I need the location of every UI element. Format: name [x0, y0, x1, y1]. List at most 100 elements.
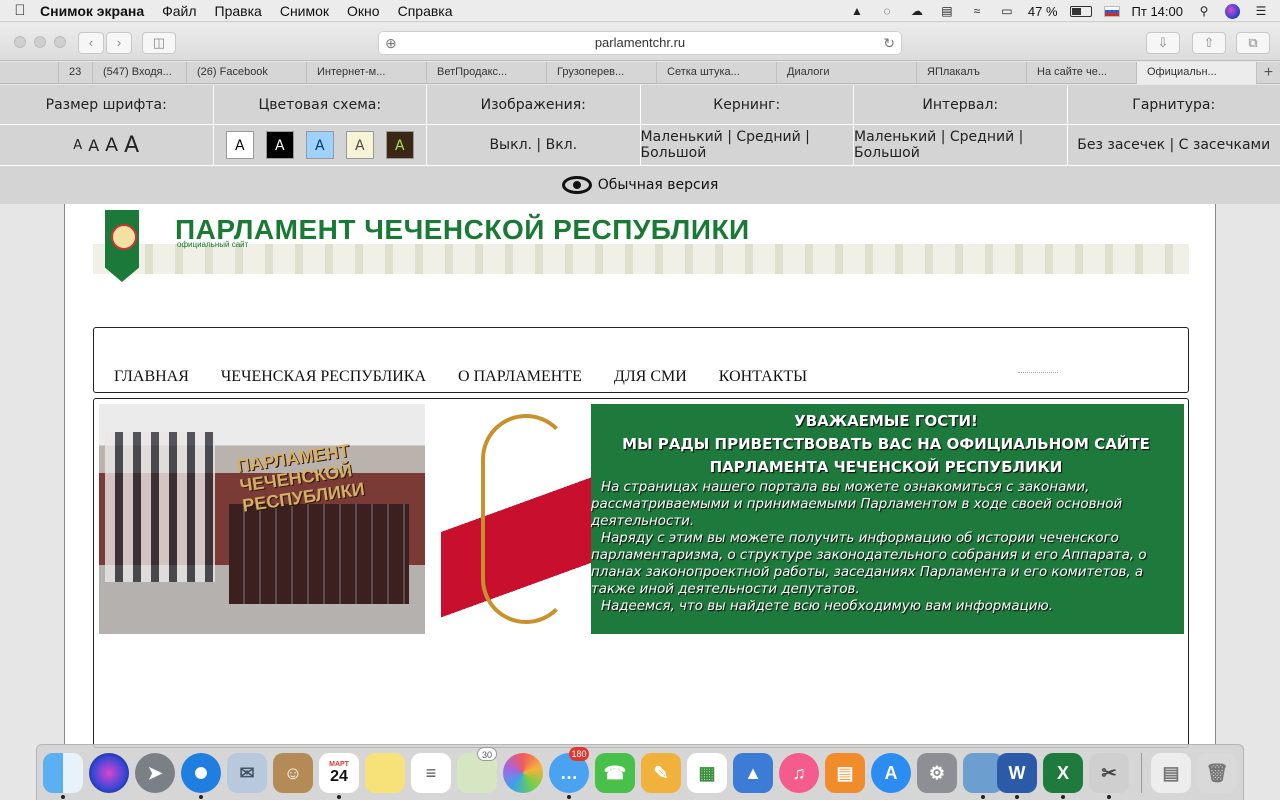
app-store-icon[interactable]: A: [871, 753, 911, 793]
download-icon: ⇩: [1157, 35, 1169, 50]
facetime-icon[interactable]: ☎: [595, 753, 635, 793]
typeface-options[interactable]: Без засечек | С засечками: [1068, 125, 1280, 165]
google-drive-icon[interactable]: ▲: [848, 4, 866, 18]
zoom-window-button[interactable]: [54, 36, 66, 48]
tab[interactable]: На сайте че...: [1026, 62, 1136, 84]
keynote-icon[interactable]: ▲: [733, 753, 773, 793]
images-toggle[interactable]: Выкл. | Вкл.: [427, 125, 640, 165]
messages-badge: 180: [569, 747, 589, 761]
sync-icon[interactable]: ◌: [878, 4, 896, 18]
trash-icon[interactable]: 🗑: [1197, 753, 1237, 793]
browser-toolbar: ‹ › ◫ ⊕ parlamentchr.ru ↻ ⇩ ⇧ ⧉: [0, 23, 1280, 61]
reminders-icon[interactable]: ≡: [411, 753, 451, 793]
address-bar[interactable]: ⊕ parlamentchr.ru ↻: [378, 31, 902, 55]
clock[interactable]: Пт 14:00: [1132, 4, 1183, 19]
scheme-brown-button[interactable]: A: [385, 131, 414, 159]
menu-window[interactable]: Окно: [347, 3, 380, 19]
battery-percent: 47 %: [1027, 3, 1058, 19]
font-size-large-button[interactable]: A: [105, 134, 118, 156]
reload-icon[interactable]: ↻: [883, 32, 895, 54]
cloud-icon[interactable]: ☁: [908, 4, 926, 18]
screenshot-icon[interactable]: ✂: [1089, 753, 1129, 793]
tab[interactable]: (547) Входя...: [92, 62, 180, 84]
excel-icon[interactable]: X: [1043, 753, 1083, 793]
nav-about-parliament[interactable]: О ПАРЛАМЕНТЕ: [458, 368, 582, 386]
tab[interactable]: Интернет-м...: [306, 62, 426, 84]
apple-menu-icon[interactable]: : [0, 2, 40, 19]
tab[interactable]: ВетПродакс...: [426, 62, 546, 84]
system-preferences-icon[interactable]: ⚙: [917, 753, 957, 793]
spacing-options[interactable]: Маленький | Средний | Большой: [854, 125, 1067, 165]
tab-overview-button[interactable]: ⧉: [1236, 32, 1270, 54]
tab[interactable]: (26) Facebook: [186, 62, 306, 84]
finder-icon[interactable]: [43, 753, 83, 793]
tab[interactable]: Сетка штука...: [656, 62, 776, 84]
battery-icon[interactable]: [1069, 5, 1092, 17]
tab[interactable]: ЯПлакалъ: [916, 62, 1026, 84]
share-button[interactable]: ⇧: [1192, 32, 1226, 54]
tab[interactable]: 23: [58, 62, 92, 84]
airplay-icon[interactable]: ▭: [998, 4, 1016, 18]
typeface-group: Гарнитура: Без засечек | С засечками: [1067, 85, 1280, 165]
tab[interactable]: Диалоги: [776, 62, 916, 84]
nav-chechen-republic[interactable]: ЧЕЧЕНСКАЯ РЕСПУБЛИКА: [221, 368, 426, 386]
font-size-xlarge-button[interactable]: A: [124, 133, 139, 158]
notification-center-icon[interactable]: ☰: [1252, 4, 1270, 18]
mail-icon[interactable]: ✉: [227, 753, 267, 793]
safari-icon[interactable]: [181, 753, 221, 793]
menu-help[interactable]: Справка: [398, 3, 453, 19]
forward-button[interactable]: ›: [106, 32, 132, 54]
normal-version-link[interactable]: Обычная версия: [0, 165, 1280, 204]
sidebar-button[interactable]: ◫: [142, 32, 176, 54]
coat-of-arms-logo[interactable]: [105, 210, 139, 282]
nav-home[interactable]: ГЛАВНАЯ: [114, 368, 189, 386]
building-windows: [105, 432, 215, 582]
calendar-icon[interactable]: МАРТ 24: [319, 753, 359, 793]
contacts-icon[interactable]: ☺: [273, 753, 313, 793]
normal-version-label: Обычная версия: [597, 177, 719, 193]
banner-paragraph-2: Наряду с этим вы можете получить информа…: [591, 531, 1147, 597]
minimize-window-button[interactable]: [34, 36, 46, 48]
siri-dock-icon[interactable]: [89, 753, 129, 793]
share-icon: ⇧: [1203, 35, 1215, 50]
close-window-button[interactable]: [14, 36, 26, 48]
spotlight-search-icon[interactable]: ⚲: [1195, 4, 1213, 18]
notes-icon[interactable]: [365, 753, 405, 793]
downloads-button[interactable]: ⇩: [1146, 32, 1180, 54]
itunes-icon[interactable]: ♫: [779, 753, 819, 793]
scheme-beige-button[interactable]: A: [345, 131, 374, 159]
siri-icon[interactable]: [1225, 3, 1240, 19]
tab[interactable]: Грузоперев...: [546, 62, 656, 84]
site-title[interactable]: ПАРЛАМЕНТ ЧЕЧЕНСКОЙ РЕСПУБЛИКИ: [175, 214, 750, 246]
nav-for-media[interactable]: ДЛЯ СМИ: [614, 368, 687, 386]
kerning-options[interactable]: Маленький | Средний | Большой: [641, 125, 854, 165]
new-tab-button[interactable]: +: [1256, 62, 1280, 84]
downloads-stack-icon[interactable]: ▤: [1151, 753, 1191, 793]
word-icon[interactable]: W: [997, 753, 1037, 793]
input-source-flag-icon[interactable]: [1103, 5, 1120, 17]
font-size-medium-button[interactable]: A: [88, 136, 99, 155]
wifi-icon[interactable]: ≈: [968, 4, 986, 18]
font-size-group: Размер шрифта: A A A A: [0, 85, 214, 165]
display-icon[interactable]: ▤: [938, 4, 956, 18]
add-bookmark-icon[interactable]: ⊕: [385, 32, 397, 54]
pages-icon[interactable]: ✎: [641, 753, 681, 793]
banner-heading-3: ПАРЛАМЕНТА ЧЕЧЕНСКОЙ РЕСПУБЛИКИ: [709, 458, 1063, 476]
scheme-black-button[interactable]: A: [265, 131, 294, 159]
nav-contacts[interactable]: КОНТАКТЫ: [719, 368, 807, 386]
app-menu[interactable]: Снимок экрана: [40, 3, 144, 19]
ibooks-icon[interactable]: ▤: [825, 753, 865, 793]
menu-file[interactable]: Файл: [162, 3, 196, 19]
menu-edit[interactable]: Правка: [215, 3, 262, 19]
banner-heading-2: МЫ РАДЫ ПРИВЕТСТВОВАТЬ ВАС НА ОФИЦИАЛЬНО…: [622, 435, 1150, 453]
launchpad-icon[interactable]: ➤: [135, 753, 175, 793]
back-button[interactable]: ‹: [78, 32, 104, 54]
menu-capture[interactable]: Снимок: [280, 3, 329, 19]
numbers-icon[interactable]: ▦: [687, 753, 727, 793]
images-group: Изображения: Выкл. | Вкл.: [427, 85, 641, 165]
tab-active[interactable]: Официальн...: [1136, 62, 1256, 84]
scheme-white-button[interactable]: A: [225, 131, 254, 159]
photos-icon[interactable]: [503, 753, 543, 793]
font-size-small-button[interactable]: A: [73, 138, 82, 153]
scheme-blue-button[interactable]: A: [305, 131, 334, 159]
